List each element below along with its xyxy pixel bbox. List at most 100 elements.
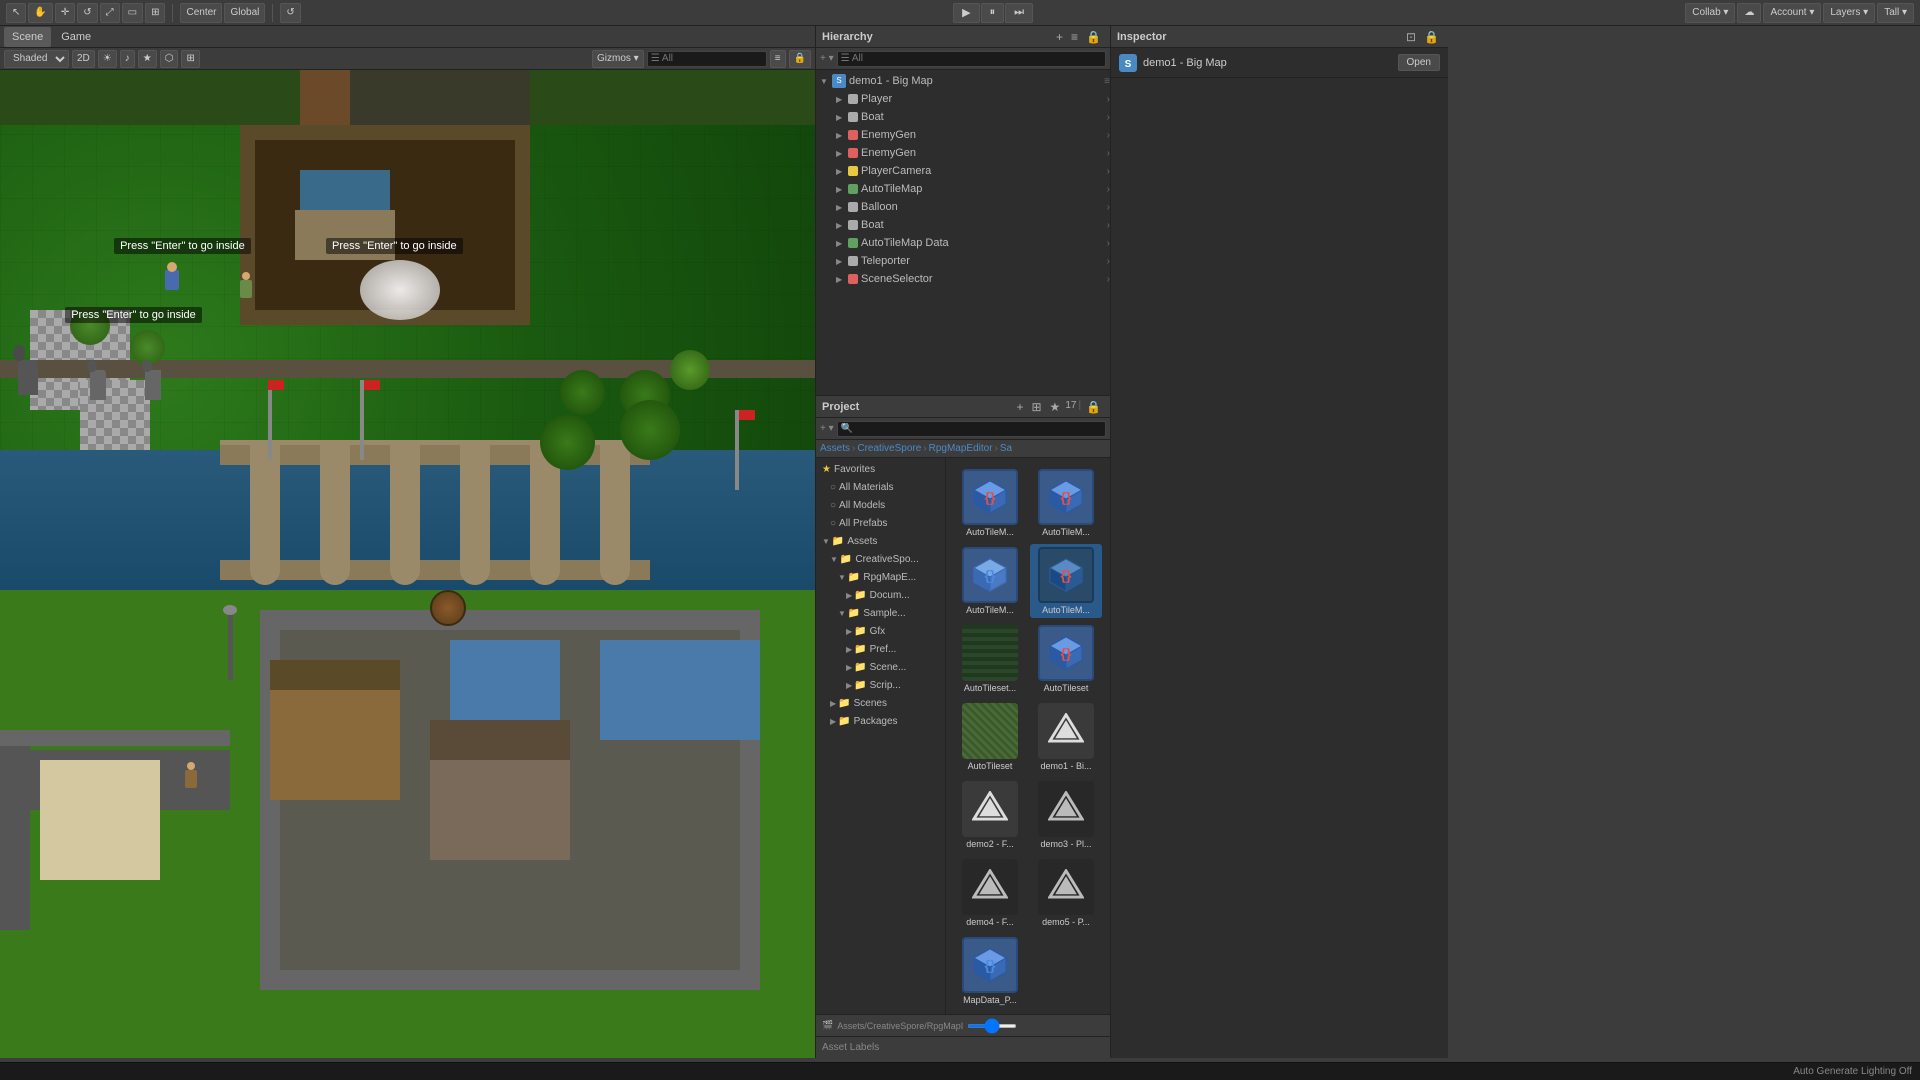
scene-canvas[interactable]: Press "Enter" to go inside Press "Enter"… <box>0 70 815 1058</box>
asset-demo2[interactable]: demo2 - F... <box>954 778 1026 852</box>
asset-autotileset-cube[interactable]: {} AutoTileset <box>1030 622 1102 696</box>
ptree-gfx[interactable]: ▶ 📁 Gfx <box>816 622 945 640</box>
pause-btn[interactable]: ⏸ <box>981 3 1005 23</box>
collab-btn[interactable]: Collab ▾ <box>1685 3 1735 23</box>
asset-autotilem-1[interactable]: {} AutoTileM... <box>954 466 1026 540</box>
ptree-creativespore[interactable]: ▼ 📁 CreativeSpo... <box>816 550 945 568</box>
step-btn[interactable]: ⏭ <box>1005 3 1033 23</box>
ptree-scenes[interactable]: ▶ 📁 Scene... <box>816 658 945 676</box>
scene-lock-btn[interactable]: 🔒 <box>789 50 811 68</box>
cloud-btn[interactable]: ☁ <box>1737 3 1761 23</box>
hierarchy-item-sceneselector[interactable]: ▶ SceneSelector › <box>816 270 1110 288</box>
tall-btn[interactable]: Tall ▾ <box>1877 3 1914 23</box>
player-arrow: ▶ <box>836 95 848 104</box>
breadcrumb-rpgmapeditor[interactable]: RpgMapEditor <box>929 443 993 454</box>
global-btn[interactable]: Global <box>224 3 265 23</box>
extra-btn[interactable]: ⊞ <box>181 50 199 68</box>
ptree-all-materials[interactable]: ○ All Materials <box>816 478 945 496</box>
move-tool[interactable]: ✛ <box>55 3 75 23</box>
project-view-btn[interactable]: ⊞ <box>1028 400 1044 414</box>
hierarchy-item-autotilemap[interactable]: ▶ AutoTileMap › <box>816 180 1110 198</box>
play-btn[interactable]: ▶ <box>953 3 979 23</box>
hierarchy-item-autotilemapdata[interactable]: ▶ AutoTileMap Data › <box>816 234 1110 252</box>
asset-autotileset-texture[interactable]: AutoTileset... <box>954 622 1026 696</box>
hierarchy-item-playercamera[interactable]: ▶ PlayerCamera › <box>816 162 1110 180</box>
breadcrumb-sa[interactable]: Sa <box>1000 443 1012 454</box>
2d-btn[interactable]: 2D <box>72 50 95 68</box>
ptree-all-prefabs[interactable]: ○ All Prefabs <box>816 514 945 532</box>
ptree-scenes-root[interactable]: ▶ 📁 Scenes <box>816 694 945 712</box>
inspector-lock-btn[interactable]: 🔒 <box>1421 30 1442 44</box>
ptree-documents[interactable]: ▶ 📁 Docum... <box>816 586 945 604</box>
asset-autotilem-3[interactable]: {} AutoTileM... <box>954 544 1026 618</box>
hierarchy-search-input[interactable] <box>837 51 1106 67</box>
effects-btn[interactable]: ★ <box>138 50 157 68</box>
asset-demo3[interactable]: demo3 - Pl... <box>1030 778 1102 852</box>
asset-mapdata[interactable]: {} MapData_P... <box>954 934 1026 1008</box>
asset-demo4[interactable]: demo4 - F... <box>954 856 1026 930</box>
rect-tool[interactable]: ▭ <box>122 3 143 23</box>
hierarchy-item-teleporter[interactable]: ▶ Teleporter › <box>816 252 1110 270</box>
ptree-rpgmapeditor[interactable]: ▼ 📁 RpgMapE... <box>816 568 945 586</box>
custom-tool[interactable]: ⊞ <box>145 3 165 23</box>
audio-btn[interactable]: ♪ <box>120 50 135 68</box>
scene-search-input[interactable] <box>647 51 767 67</box>
hierarchy-item-balloon[interactable]: ▶ Balloon › <box>816 198 1110 216</box>
hierarchy-add-btn[interactable]: + <box>1053 30 1066 44</box>
center-btn[interactable]: Center <box>180 3 222 23</box>
asset-demo5[interactable]: demo5 - P... <box>1030 856 1102 930</box>
hierarchy-item-boat1[interactable]: ▶ Boat › <box>816 108 1110 126</box>
creativespore-arrow: ▼ <box>830 555 838 564</box>
scale-tool[interactable]: ⤢ <box>100 3 120 23</box>
asset-autotilem-2[interactable]: {} AutoTileM... <box>1030 466 1102 540</box>
pointer-tool[interactable]: ↖ <box>6 3 26 23</box>
hand-tool[interactable]: ✋ <box>28 3 52 23</box>
ptree-packages[interactable]: ▶ 📁 Packages <box>816 712 945 730</box>
sceneselector-arrow: ▶ <box>836 275 848 284</box>
project-star-btn[interactable]: ★ <box>1047 400 1064 414</box>
asset-autotilem-4[interactable]: {} AutoTileM... <box>1030 544 1102 618</box>
breadcrumb-creativespore[interactable]: CreativeSpore <box>857 443 921 454</box>
ptree-all-models[interactable]: ○ All Models <box>816 496 945 514</box>
hierarchy-add-small: + ▾ <box>820 53 834 64</box>
ptree-favorites[interactable]: ★ Favorites <box>816 460 945 478</box>
nav-btn[interactable]: ⬡ <box>160 50 179 68</box>
project-add-small2: + ▾ <box>820 423 834 434</box>
scene-tab[interactable]: Scene <box>4 27 51 47</box>
ptree-prefabs[interactable]: ▶ 📁 Pref... <box>816 640 945 658</box>
ptree-assets[interactable]: ▼ 📁 Assets <box>816 532 945 550</box>
layers-btn[interactable]: Layers ▾ <box>1823 3 1875 23</box>
hierarchy-scene-root[interactable]: ▼ S demo1 - Big Map ≡ <box>816 72 1110 90</box>
asset-autotileset-texture2[interactable]: AutoTileset <box>954 700 1026 774</box>
project-search-input[interactable] <box>837 421 1106 437</box>
project-lock-btn[interactable]: 🔒 <box>1083 400 1104 414</box>
inspector-debug-btn[interactable]: ⊡ <box>1403 30 1419 44</box>
tileset-preview <box>962 625 1018 681</box>
boat1-arrow: ▶ <box>836 113 848 122</box>
hierarchy-item-boat2[interactable]: ▶ Boat › <box>816 216 1110 234</box>
extra-tool[interactable]: ↺ <box>280 3 300 23</box>
breadcrumb-assets[interactable]: Assets <box>820 443 850 454</box>
hierarchy-item-enemygen1[interactable]: ▶ EnemyGen › <box>816 126 1110 144</box>
hierarchy-item-enemygen2[interactable]: ▶ EnemyGen › <box>816 144 1110 162</box>
scene-options-btn[interactable]: ≡ <box>770 50 786 68</box>
asset-demo1[interactable]: demo1 - Bi... <box>1030 700 1102 774</box>
light-btn[interactable]: ☀ <box>98 50 117 68</box>
ptree-samples[interactable]: ▼ 📁 Sample... <box>816 604 945 622</box>
shaded-dropdown[interactable]: Shaded <box>4 50 69 68</box>
hierarchy-menu-btn[interactable]: ≡ <box>1068 30 1081 44</box>
gizmos-btn[interactable]: Gizmos ▾ <box>592 50 644 68</box>
hierarchy-lock-btn[interactable]: 🔒 <box>1083 30 1104 44</box>
ptree-scripts[interactable]: ▶ 📁 Scrip... <box>816 676 945 694</box>
sceneselector-icon <box>848 274 858 284</box>
asset-name-3: AutoTileM... <box>966 605 1014 615</box>
project-add-btn[interactable]: + <box>1013 400 1026 414</box>
hierarchy-item-player[interactable]: ▶ Player › <box>816 90 1110 108</box>
inspector-open-btn[interactable]: Open <box>1398 54 1440 71</box>
rotate-tool[interactable]: ↺ <box>77 3 97 23</box>
game-tab[interactable]: Game <box>53 27 99 47</box>
hierarchy-enemygen1-label: EnemyGen <box>861 129 916 141</box>
zoom-slider[interactable] <box>967 1024 1017 1028</box>
account-btn[interactable]: Account ▾ <box>1763 3 1821 23</box>
scene-icon: S <box>832 74 846 88</box>
